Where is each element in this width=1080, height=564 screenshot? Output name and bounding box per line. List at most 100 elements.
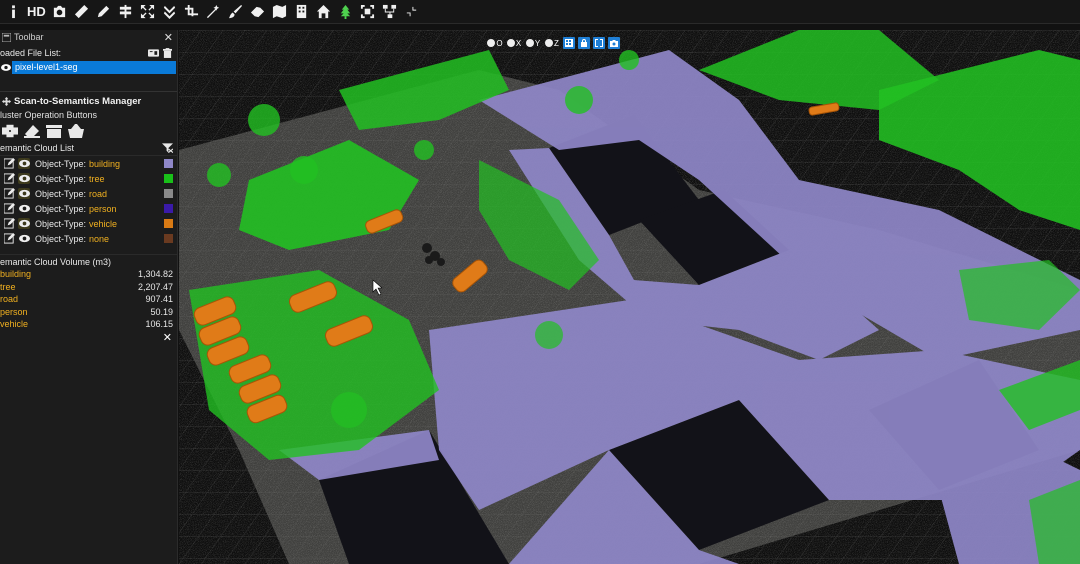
visibility-eye-icon[interactable] xyxy=(18,233,30,244)
merge-icon[interactable] xyxy=(46,124,62,138)
visibility-eye-icon[interactable] xyxy=(18,218,30,229)
volume-value: 106.15 xyxy=(145,319,173,330)
file-list-item[interactable]: pixel-level1-seg xyxy=(0,61,177,74)
volume-row: road 907.41 xyxy=(0,293,177,306)
cluster-operation-label: luster Operation Buttons xyxy=(0,109,98,120)
panel-title: Toolbar xyxy=(14,32,44,42)
panel-grip-icon xyxy=(2,32,11,42)
map-icon[interactable] xyxy=(269,0,291,24)
bracket-icon[interactable] xyxy=(593,37,605,49)
visibility-eye-icon[interactable] xyxy=(18,158,30,169)
edit-icon[interactable] xyxy=(3,218,15,229)
volume-name: building xyxy=(0,269,32,280)
color-swatch[interactable] xyxy=(164,234,173,243)
cluster-group-icon[interactable] xyxy=(2,124,18,138)
grid-toggle-icon[interactable] xyxy=(563,37,575,49)
info-icon[interactable] xyxy=(2,0,24,24)
object-type-value: road xyxy=(89,188,108,199)
color-swatch[interactable] xyxy=(164,174,173,183)
magic-wand-icon[interactable] xyxy=(203,0,225,24)
panel-close-button[interactable]: ✕ xyxy=(164,31,173,44)
loaded-file-section: oaded File List: pixel-level1-seg xyxy=(0,44,177,92)
volume-close-button[interactable]: ✕ xyxy=(0,331,177,345)
semantic-row-none[interactable]: Object-Type: none xyxy=(0,231,177,246)
point-cloud-scene[interactable] xyxy=(179,30,1080,564)
semantic-row-road[interactable]: Object-Type: road xyxy=(0,186,177,201)
target-icon xyxy=(487,39,496,47)
move-icon xyxy=(2,96,11,106)
snapshot-icon[interactable] xyxy=(608,37,620,49)
volume-value: 2,207.47 xyxy=(137,281,173,292)
pipe-icon[interactable] xyxy=(247,0,269,24)
edit-icon[interactable] xyxy=(3,188,15,199)
semantic-cloud-list: Object-Type: building Object-Type: tree … xyxy=(0,156,177,246)
color-swatch[interactable] xyxy=(164,219,173,228)
collapse-icon[interactable] xyxy=(401,0,423,24)
view-x-label: X xyxy=(515,38,522,48)
frame-icon[interactable] xyxy=(357,0,379,24)
file-name[interactable]: pixel-level1-seg xyxy=(12,61,176,74)
object-type-value: vehicle xyxy=(89,218,118,229)
visibility-eye-icon[interactable] xyxy=(18,173,30,184)
chevrons-down-icon[interactable] xyxy=(159,0,181,24)
trash-icon[interactable] xyxy=(163,47,172,58)
camera-icon[interactable] xyxy=(49,0,71,24)
semantic-cloud-list-header: emantic Cloud List xyxy=(0,141,177,156)
basket-icon[interactable] xyxy=(68,124,84,138)
color-swatch[interactable] xyxy=(164,204,173,213)
axis-icon xyxy=(506,39,515,47)
semantic-row-person[interactable]: Object-Type: person xyxy=(0,201,177,216)
visibility-eye-icon[interactable] xyxy=(18,188,30,199)
hd-button[interactable]: HD xyxy=(24,0,49,24)
lock-icon[interactable] xyxy=(578,37,590,49)
object-type-label: Object-Type: xyxy=(35,218,87,229)
brush-icon[interactable] xyxy=(225,0,247,24)
visibility-eye-icon[interactable] xyxy=(0,63,12,73)
color-swatch[interactable] xyxy=(164,159,173,168)
view-y-button[interactable]: Y xyxy=(525,37,541,49)
add-file-icon[interactable] xyxy=(148,48,159,58)
object-type-value: building xyxy=(89,158,121,169)
semantic-cloud-list-label: emantic Cloud List xyxy=(0,143,75,153)
point-cloud-viewport[interactable]: O X Y Z xyxy=(179,30,1080,564)
eraser-icon[interactable] xyxy=(24,124,40,138)
semantic-volume-list: building 1,304.82 tree 2,207.47 road 907.41… xyxy=(0,268,177,331)
view-z-button[interactable]: Z xyxy=(544,37,560,49)
panel-titlebar: Toolbar ✕ xyxy=(0,30,177,44)
volume-row: vehicle 106.15 xyxy=(0,318,177,331)
view-y-label: Y xyxy=(534,38,541,48)
edit-icon[interactable] xyxy=(3,158,15,169)
clear-filter-icon[interactable] xyxy=(162,143,173,153)
object-type-value: person xyxy=(89,203,117,214)
semantic-row-vehicle[interactable]: Object-Type: vehicle xyxy=(0,216,177,231)
semantic-row-building[interactable]: Object-Type: building xyxy=(0,156,177,171)
volume-name: road xyxy=(0,294,19,305)
edit-icon[interactable] xyxy=(3,173,15,184)
pencil-icon[interactable] xyxy=(93,0,115,24)
ruler-icon[interactable] xyxy=(71,0,93,24)
tree-icon[interactable] xyxy=(335,0,357,24)
color-swatch[interactable] xyxy=(164,189,173,198)
house-icon[interactable] xyxy=(313,0,335,24)
volume-name: tree xyxy=(0,281,16,292)
fit-view-icon[interactable] xyxy=(137,0,159,24)
cluster-operation-buttons xyxy=(0,121,177,141)
signpost-icon[interactable] xyxy=(115,0,137,24)
volume-name: person xyxy=(0,306,28,317)
building-icon[interactable] xyxy=(291,0,313,24)
edit-icon[interactable] xyxy=(3,233,15,244)
view-x-button[interactable]: X xyxy=(506,37,522,49)
crop-icon[interactable] xyxy=(181,0,203,24)
visibility-eye-icon[interactable] xyxy=(18,203,30,214)
object-type-value: none xyxy=(89,233,110,244)
volume-value: 50.19 xyxy=(150,306,173,317)
manager-title: Scan-to-Semantics Manager xyxy=(0,94,177,108)
object-type-label: Object-Type: xyxy=(35,188,87,199)
network-icon[interactable] xyxy=(379,0,401,24)
view-origin-button[interactable]: O xyxy=(487,37,503,49)
loaded-file-list-label: oaded File List: xyxy=(0,47,62,58)
edit-icon[interactable] xyxy=(3,203,15,214)
volume-name: vehicle xyxy=(0,319,29,330)
volume-row: tree 2,207.47 xyxy=(0,281,177,294)
semantic-row-tree[interactable]: Object-Type: tree xyxy=(0,171,177,186)
